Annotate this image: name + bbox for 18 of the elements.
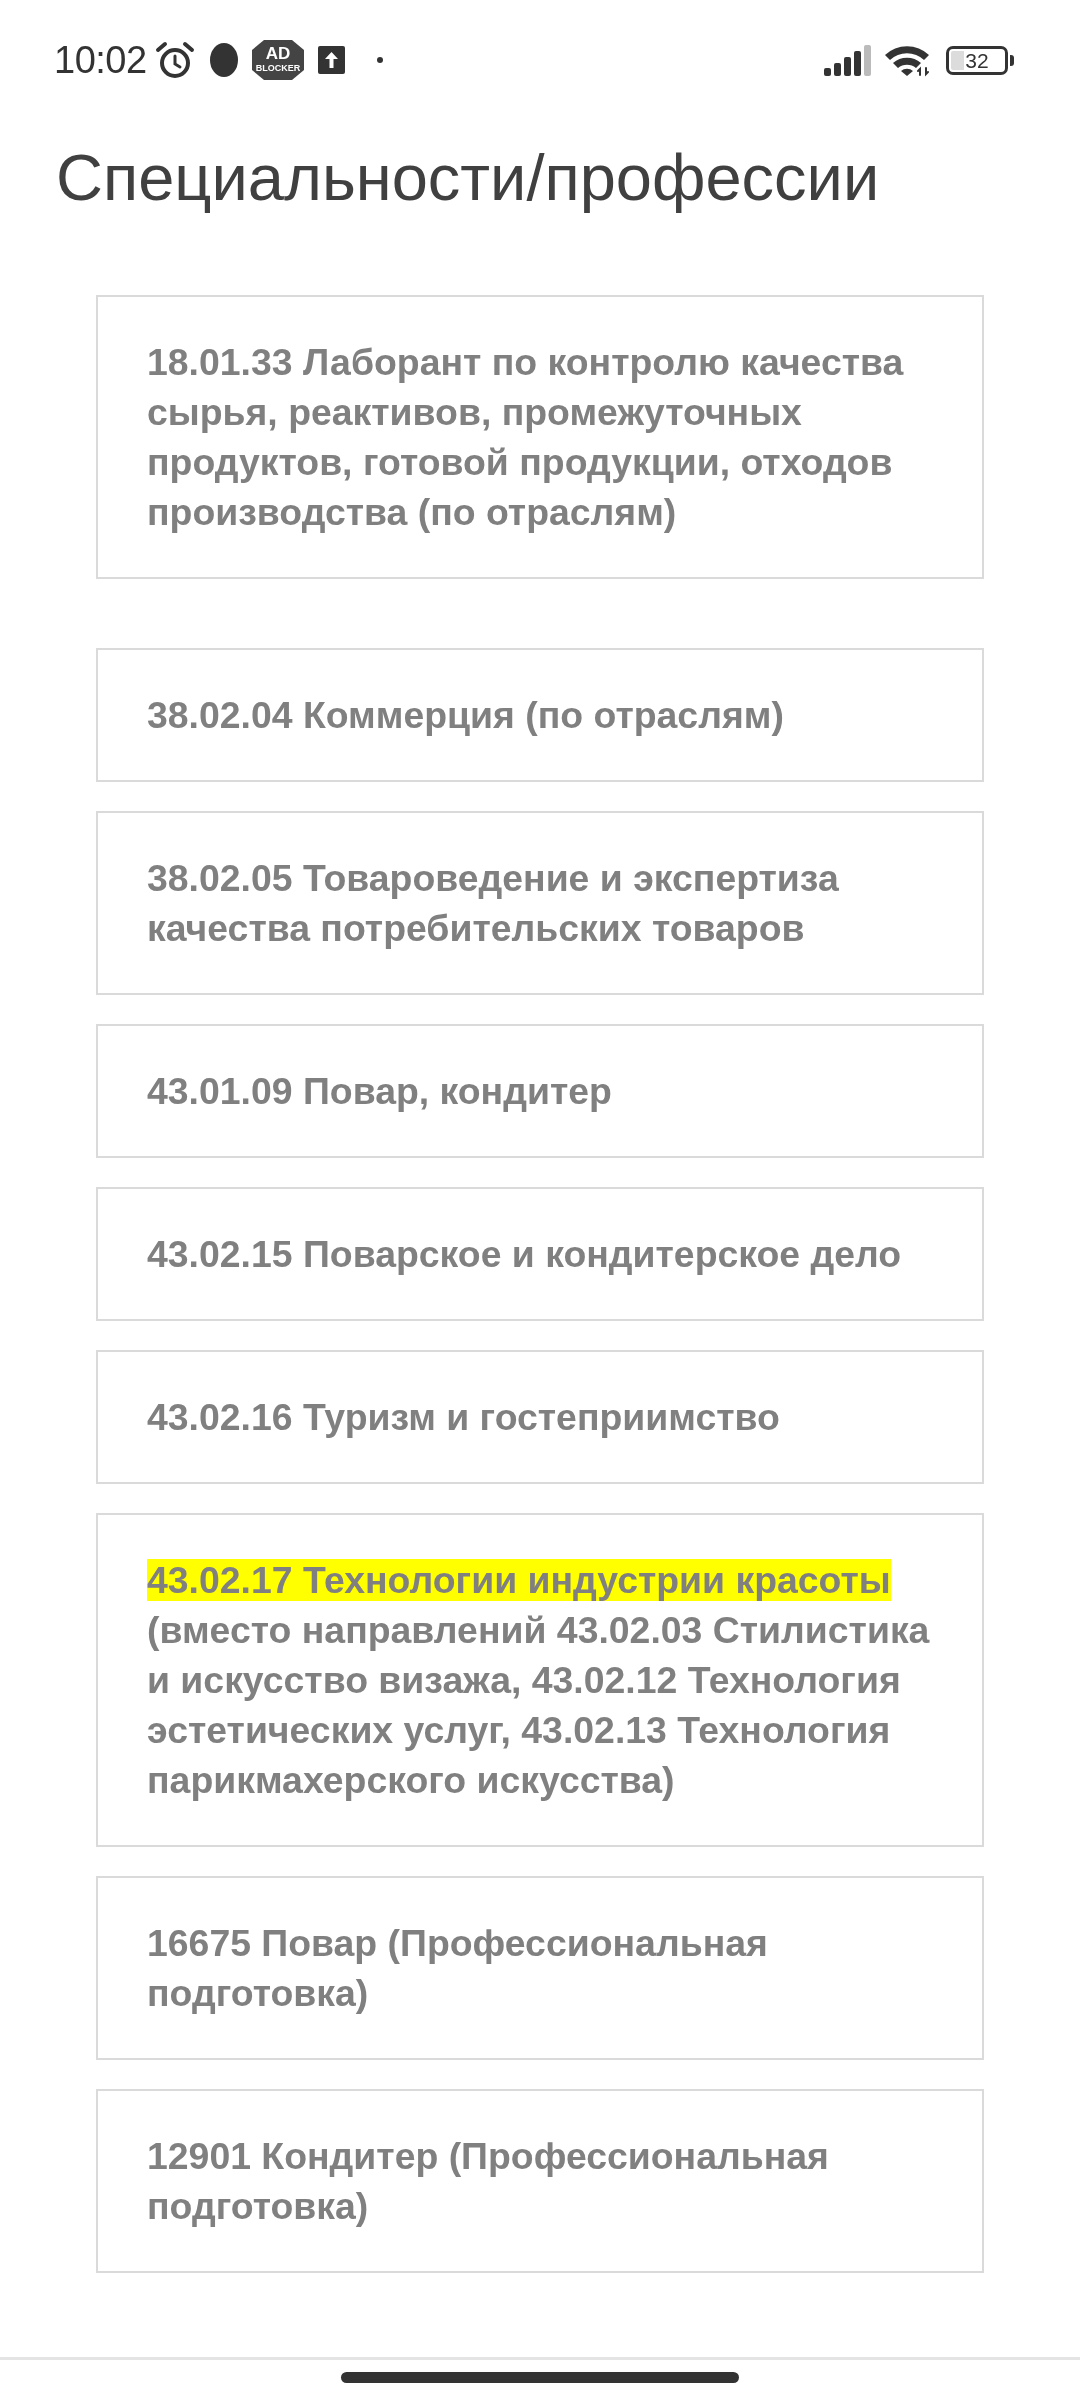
alarm-clock-icon [154, 41, 195, 79]
specialty-item[interactable]: 12901 Кондитер (Профессиональная подготовка) [96, 2089, 984, 2273]
specialty-item[interactable]: 16675 Повар (Профессиональная подготовка) [96, 1876, 984, 2060]
wifi-icon [884, 44, 931, 76]
page-title: Специальности/профессии [56, 140, 880, 216]
specialty-item[interactable]: 18.01.33 Лаборант по контролю качества сырья, реактивов, промежуточных продуктов, готовой продукции, отходов производства (по отраслям) [96, 295, 984, 579]
specialty-item[interactable]: 43.02.15 Поварское и кондитерское дело [96, 1187, 984, 1321]
specialty-item[interactable]: 38.02.05 Товароведение и экспертиза качества потребительских товаров [96, 811, 984, 995]
specialty-item[interactable]: 43.01.09 Повар, кондитер [96, 1024, 984, 1158]
specialty-item[interactable]: 43.02.16 Туризм и гостеприимство [96, 1350, 984, 1484]
signal-icon [824, 44, 871, 76]
oval-icon [209, 43, 238, 77]
ad-blocker-icon: AD BLOCKER [251, 40, 304, 80]
dot-icon [376, 57, 383, 63]
specialty-item[interactable]: 38.02.04 Коммерция (по отраслям) [96, 648, 984, 782]
home-indicator[interactable] [341, 2372, 739, 2383]
status-time: 10:02 [54, 38, 147, 82]
specialty-item[interactable]: 43.02.17 Технологии индустрии красоты (вместо направлений 43.02.03 Стилистика и искусство визажа, 43.02.12 Технология эстетических услуг, 43.02.13 Технология парикмахерского искусства) [96, 1513, 984, 1847]
